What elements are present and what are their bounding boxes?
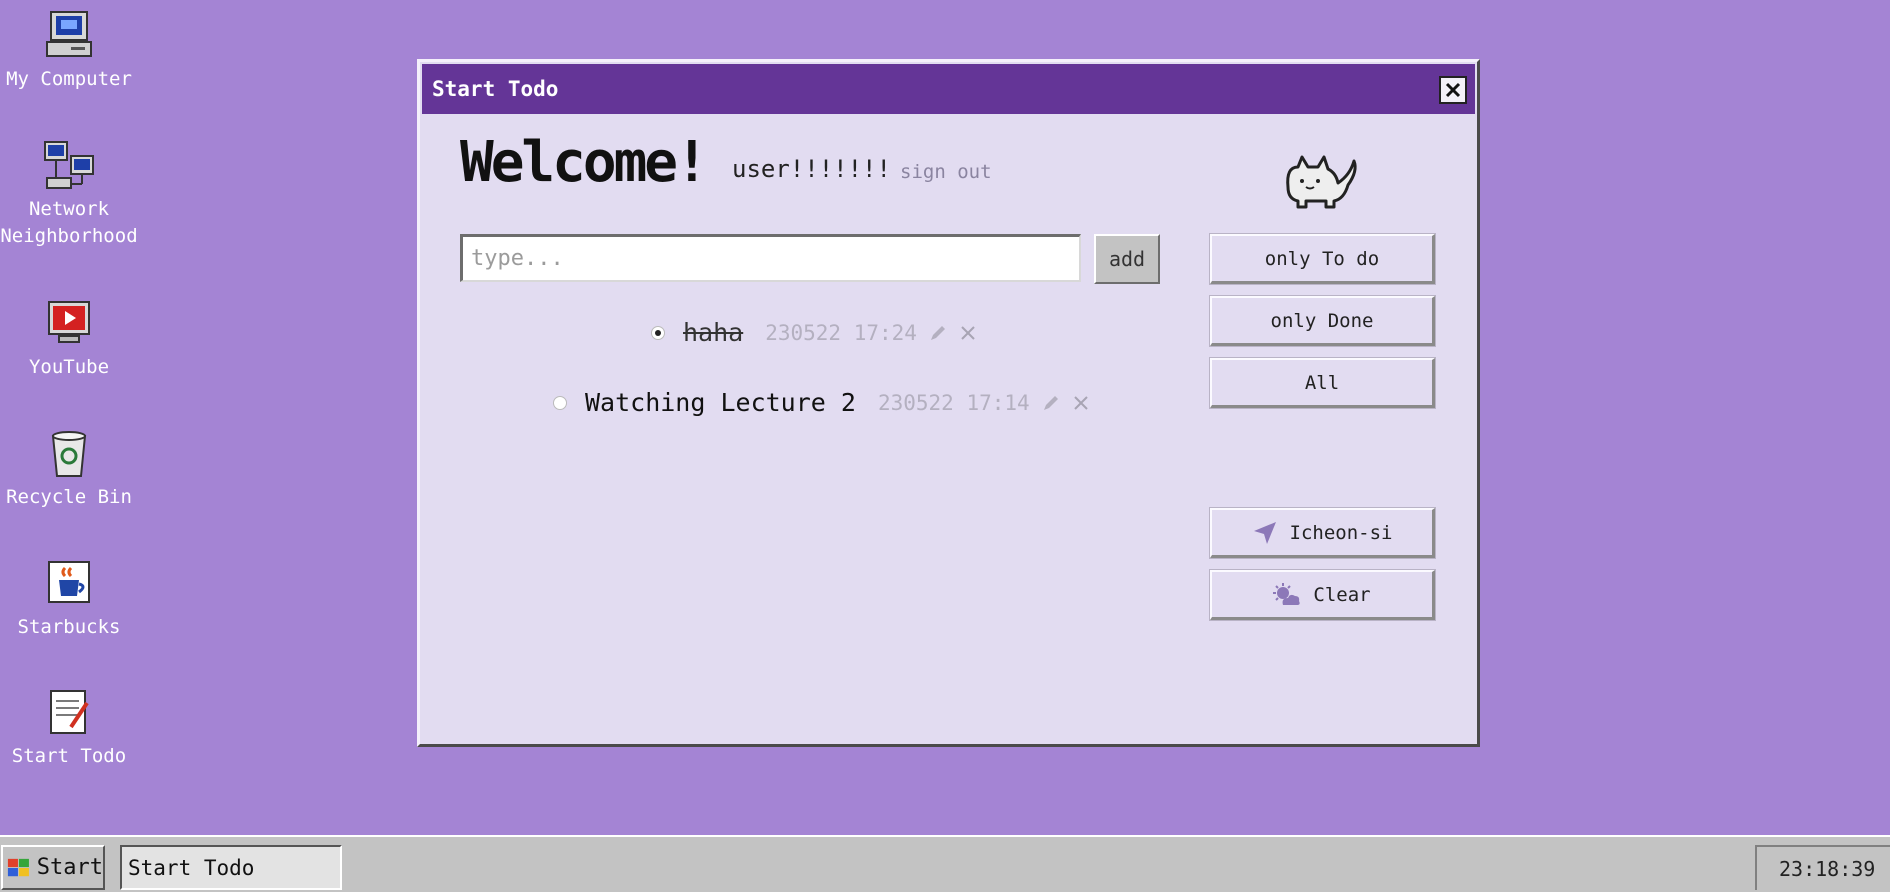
location-button[interactable]: Icheon-si: [1209, 507, 1436, 559]
desktop-icon-label: My Computer: [6, 68, 132, 90]
window-title: Start Todo: [432, 77, 559, 101]
desktop-icon-label: Start Todo: [11, 745, 127, 767]
recycle-bin-icon: [51, 431, 87, 477]
filter-all-button[interactable]: All: [1209, 357, 1436, 409]
weather-label: Clear: [1313, 583, 1371, 606]
weather-sun-cloud-icon: [1273, 582, 1301, 605]
todo-toggle-radio[interactable]: [553, 395, 567, 410]
start-label: Start: [36, 855, 103, 880]
location-arrow-icon: [1253, 521, 1276, 544]
youtube-icon: [48, 301, 90, 343]
computer-icon: [46, 11, 92, 57]
close-button[interactable]: [1439, 76, 1467, 104]
welcome-heading: Welcome!: [460, 130, 709, 195]
todo-window: Start Todo Welcome! user!!!!!!! sign out…: [417, 59, 1480, 747]
desktop-icon-recycle-bin[interactable]: Recycle Bin: [0, 426, 138, 511]
taskbar-clock: 23:18:39: [1755, 845, 1890, 890]
todo-text: Watching Lecture 2: [585, 388, 856, 417]
filter-only-done-button[interactable]: only Done: [1209, 295, 1436, 347]
delete-icon[interactable]: [957, 322, 979, 344]
todo-item: haha 230522 17:24: [651, 318, 987, 347]
desktop-icon-youtube[interactable]: YouTube: [0, 296, 138, 381]
delete-icon[interactable]: [1070, 392, 1092, 414]
desktop-icon-network-neighborhood[interactable]: Network Neighborhood: [0, 138, 138, 250]
coffee-icon: [48, 561, 90, 603]
todo-toggle-radio[interactable]: [651, 325, 665, 340]
todo-text: haha: [683, 318, 744, 347]
desktop-icon-label: Recycle Bin: [6, 486, 132, 508]
username-label: user!!!!!!!: [732, 155, 891, 183]
desktop-icon-start-todo[interactable]: Start Todo: [0, 685, 138, 770]
network-icon: [44, 141, 94, 189]
desktop-icon-my-computer[interactable]: My Computer: [0, 8, 138, 93]
todo-input[interactable]: [460, 234, 1081, 282]
sign-out-link[interactable]: sign out: [900, 161, 992, 183]
add-button[interactable]: add: [1094, 234, 1160, 284]
location-label: Icheon-si: [1289, 521, 1393, 544]
notepad-icon: [50, 690, 89, 734]
taskbar: Start Start Todo 23:18:39: [0, 835, 1890, 892]
taskbar-item-start-todo[interactable]: Start Todo: [120, 845, 342, 890]
start-button[interactable]: Start: [1, 845, 105, 890]
weather-button[interactable]: Clear: [1209, 569, 1436, 621]
desktop-icon-starbucks[interactable]: Starbucks: [0, 556, 138, 641]
cat-icon: [1286, 155, 1357, 209]
desktop-icon-label: Network Neighborhood: [0, 198, 138, 247]
edit-icon[interactable]: [927, 322, 949, 344]
window-titlebar[interactable]: Start Todo: [422, 64, 1475, 114]
todo-timestamp: 230522 17:14: [877, 390, 1030, 415]
todo-timestamp: 230522 17:24: [765, 320, 917, 345]
windows-logo-icon: [7, 858, 29, 876]
desktop-icon-label: YouTube: [28, 356, 110, 378]
filter-only-todo-button[interactable]: only To do: [1209, 233, 1436, 285]
close-icon: [1445, 82, 1461, 98]
edit-icon[interactable]: [1040, 392, 1062, 414]
todo-item: Watching Lecture 2 230522 17:14: [553, 388, 1100, 417]
desktop-icon-label: Starbucks: [17, 616, 121, 638]
